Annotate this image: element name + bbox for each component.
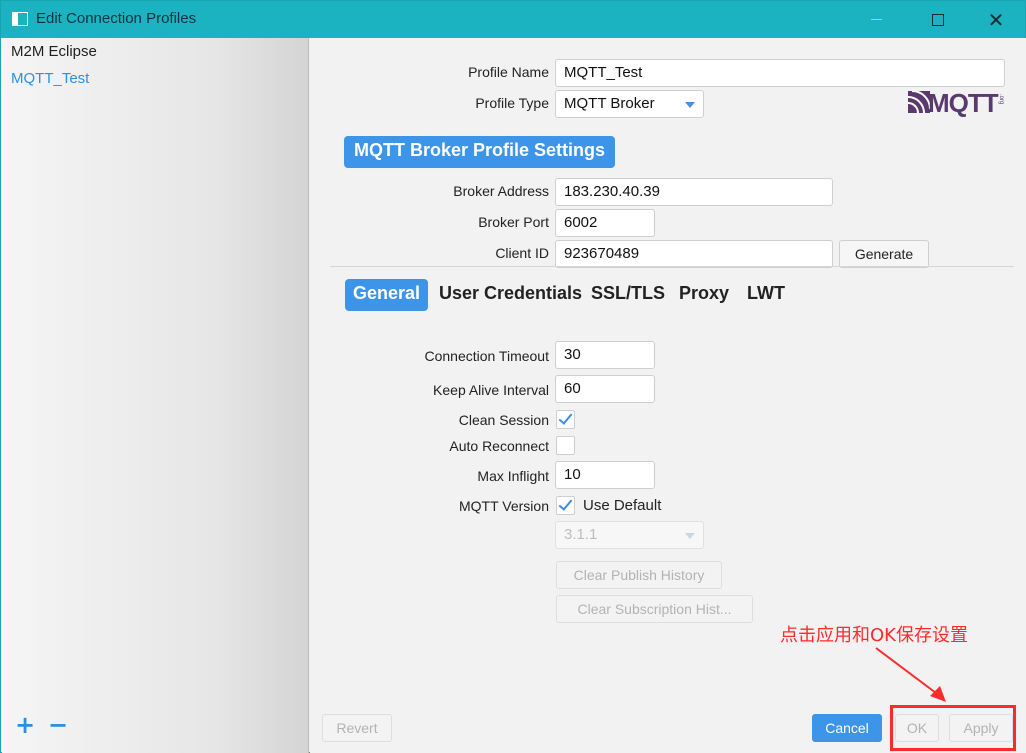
tab-ssl-tls[interactable]: SSL/TLS [583, 279, 673, 311]
use-default-label: Use Default [583, 497, 662, 514]
connection-timeout-label: Connection Timeout [424, 348, 549, 364]
mqtt-version-select[interactable]: 3.1.1 [555, 521, 704, 549]
profile-settings-panel: Profile Name MQTT_Test Profile Type MQTT… [310, 38, 1026, 753]
maximize-button[interactable] [909, 1, 967, 38]
mqtt-logo-text: MQTT [928, 88, 999, 118]
profile-type-label: Profile Type [475, 95, 549, 111]
mqtt-logo-sub: .org [998, 94, 1004, 105]
annotation-arrow-icon [875, 647, 946, 702]
broker-address-label: Broker Address [453, 183, 549, 199]
use-default-checkbox[interactable] [556, 496, 575, 515]
close-button[interactable]: ✕ [967, 1, 1025, 38]
checkmark-icon [558, 410, 573, 425]
chevron-down-icon [685, 533, 695, 539]
tab-lwt[interactable]: LWT [739, 279, 793, 311]
chevron-down-icon [685, 102, 695, 108]
close-icon: ✕ [987, 7, 1005, 32]
clear-publish-history-button[interactable]: Clear Publish History [556, 561, 722, 589]
clear-subscription-history-button[interactable]: Clear Subscription Hist... [556, 595, 753, 623]
section-divider [330, 266, 1014, 267]
profile-name-label: Profile Name [468, 64, 549, 80]
max-inflight-input[interactable]: 10 [555, 461, 655, 489]
profile-type-value: MQTT Broker [564, 95, 655, 112]
app-window-icon [12, 12, 28, 26]
edit-connection-profiles-window: Edit Connection Profiles ✕ M2M Eclipse M… [0, 0, 1026, 753]
annotation-highlight-box [890, 705, 1016, 751]
clean-session-label: Clean Session [458, 412, 549, 428]
remove-profile-button[interactable]: − [48, 713, 68, 737]
auto-reconnect-checkbox[interactable] [556, 436, 575, 455]
profile-item-mqtt-test[interactable]: MQTT_Test [11, 70, 89, 87]
keep-alive-input[interactable]: 60 [555, 375, 655, 403]
mqtt-version-label: MQTT Version [459, 498, 549, 514]
broker-address-input[interactable]: 183.230.40.39 [555, 178, 833, 206]
tab-proxy[interactable]: Proxy [671, 279, 737, 311]
keep-alive-label: Keep Alive Interval [433, 382, 549, 398]
revert-button[interactable]: Revert [322, 714, 392, 742]
checkmark-icon [558, 496, 573, 511]
client-id-input[interactable]: 923670489 [555, 240, 833, 268]
max-inflight-label: Max Inflight [477, 468, 549, 484]
minimize-icon [870, 19, 882, 20]
auto-reconnect-label: Auto Reconnect [449, 438, 549, 454]
connection-timeout-input[interactable]: 30 [555, 341, 655, 369]
broker-port-label: Broker Port [478, 214, 549, 230]
cancel-button[interactable]: Cancel [812, 714, 882, 742]
tab-general[interactable]: General [345, 279, 429, 311]
maximize-icon [932, 13, 944, 26]
window-title: Edit Connection Profiles [36, 10, 197, 27]
title-bar[interactable]: Edit Connection Profiles ✕ [1, 1, 1025, 38]
profile-name-input[interactable]: MQTT_Test [555, 59, 1005, 87]
clean-session-checkbox[interactable] [556, 410, 575, 429]
tab-user-credentials[interactable]: User Credentials [431, 279, 590, 311]
broker-port-input[interactable]: 6002 [555, 209, 655, 237]
profile-type-select[interactable]: MQTT Broker [555, 90, 704, 118]
profile-item-m2m-eclipse[interactable]: M2M Eclipse [11, 43, 97, 60]
mqtt-logo: MQTT .org [908, 88, 1012, 118]
mqtt-version-value: 3.1.1 [564, 526, 598, 543]
client-id-label: Client ID [495, 245, 549, 261]
broker-settings-heading: MQTT Broker Profile Settings [344, 136, 616, 168]
add-profile-button[interactable]: + [15, 713, 35, 737]
generate-button[interactable]: Generate [839, 240, 929, 268]
profile-list-sidebar: M2M Eclipse MQTT_Test + − [2, 38, 309, 753]
minimize-button[interactable] [847, 1, 905, 38]
